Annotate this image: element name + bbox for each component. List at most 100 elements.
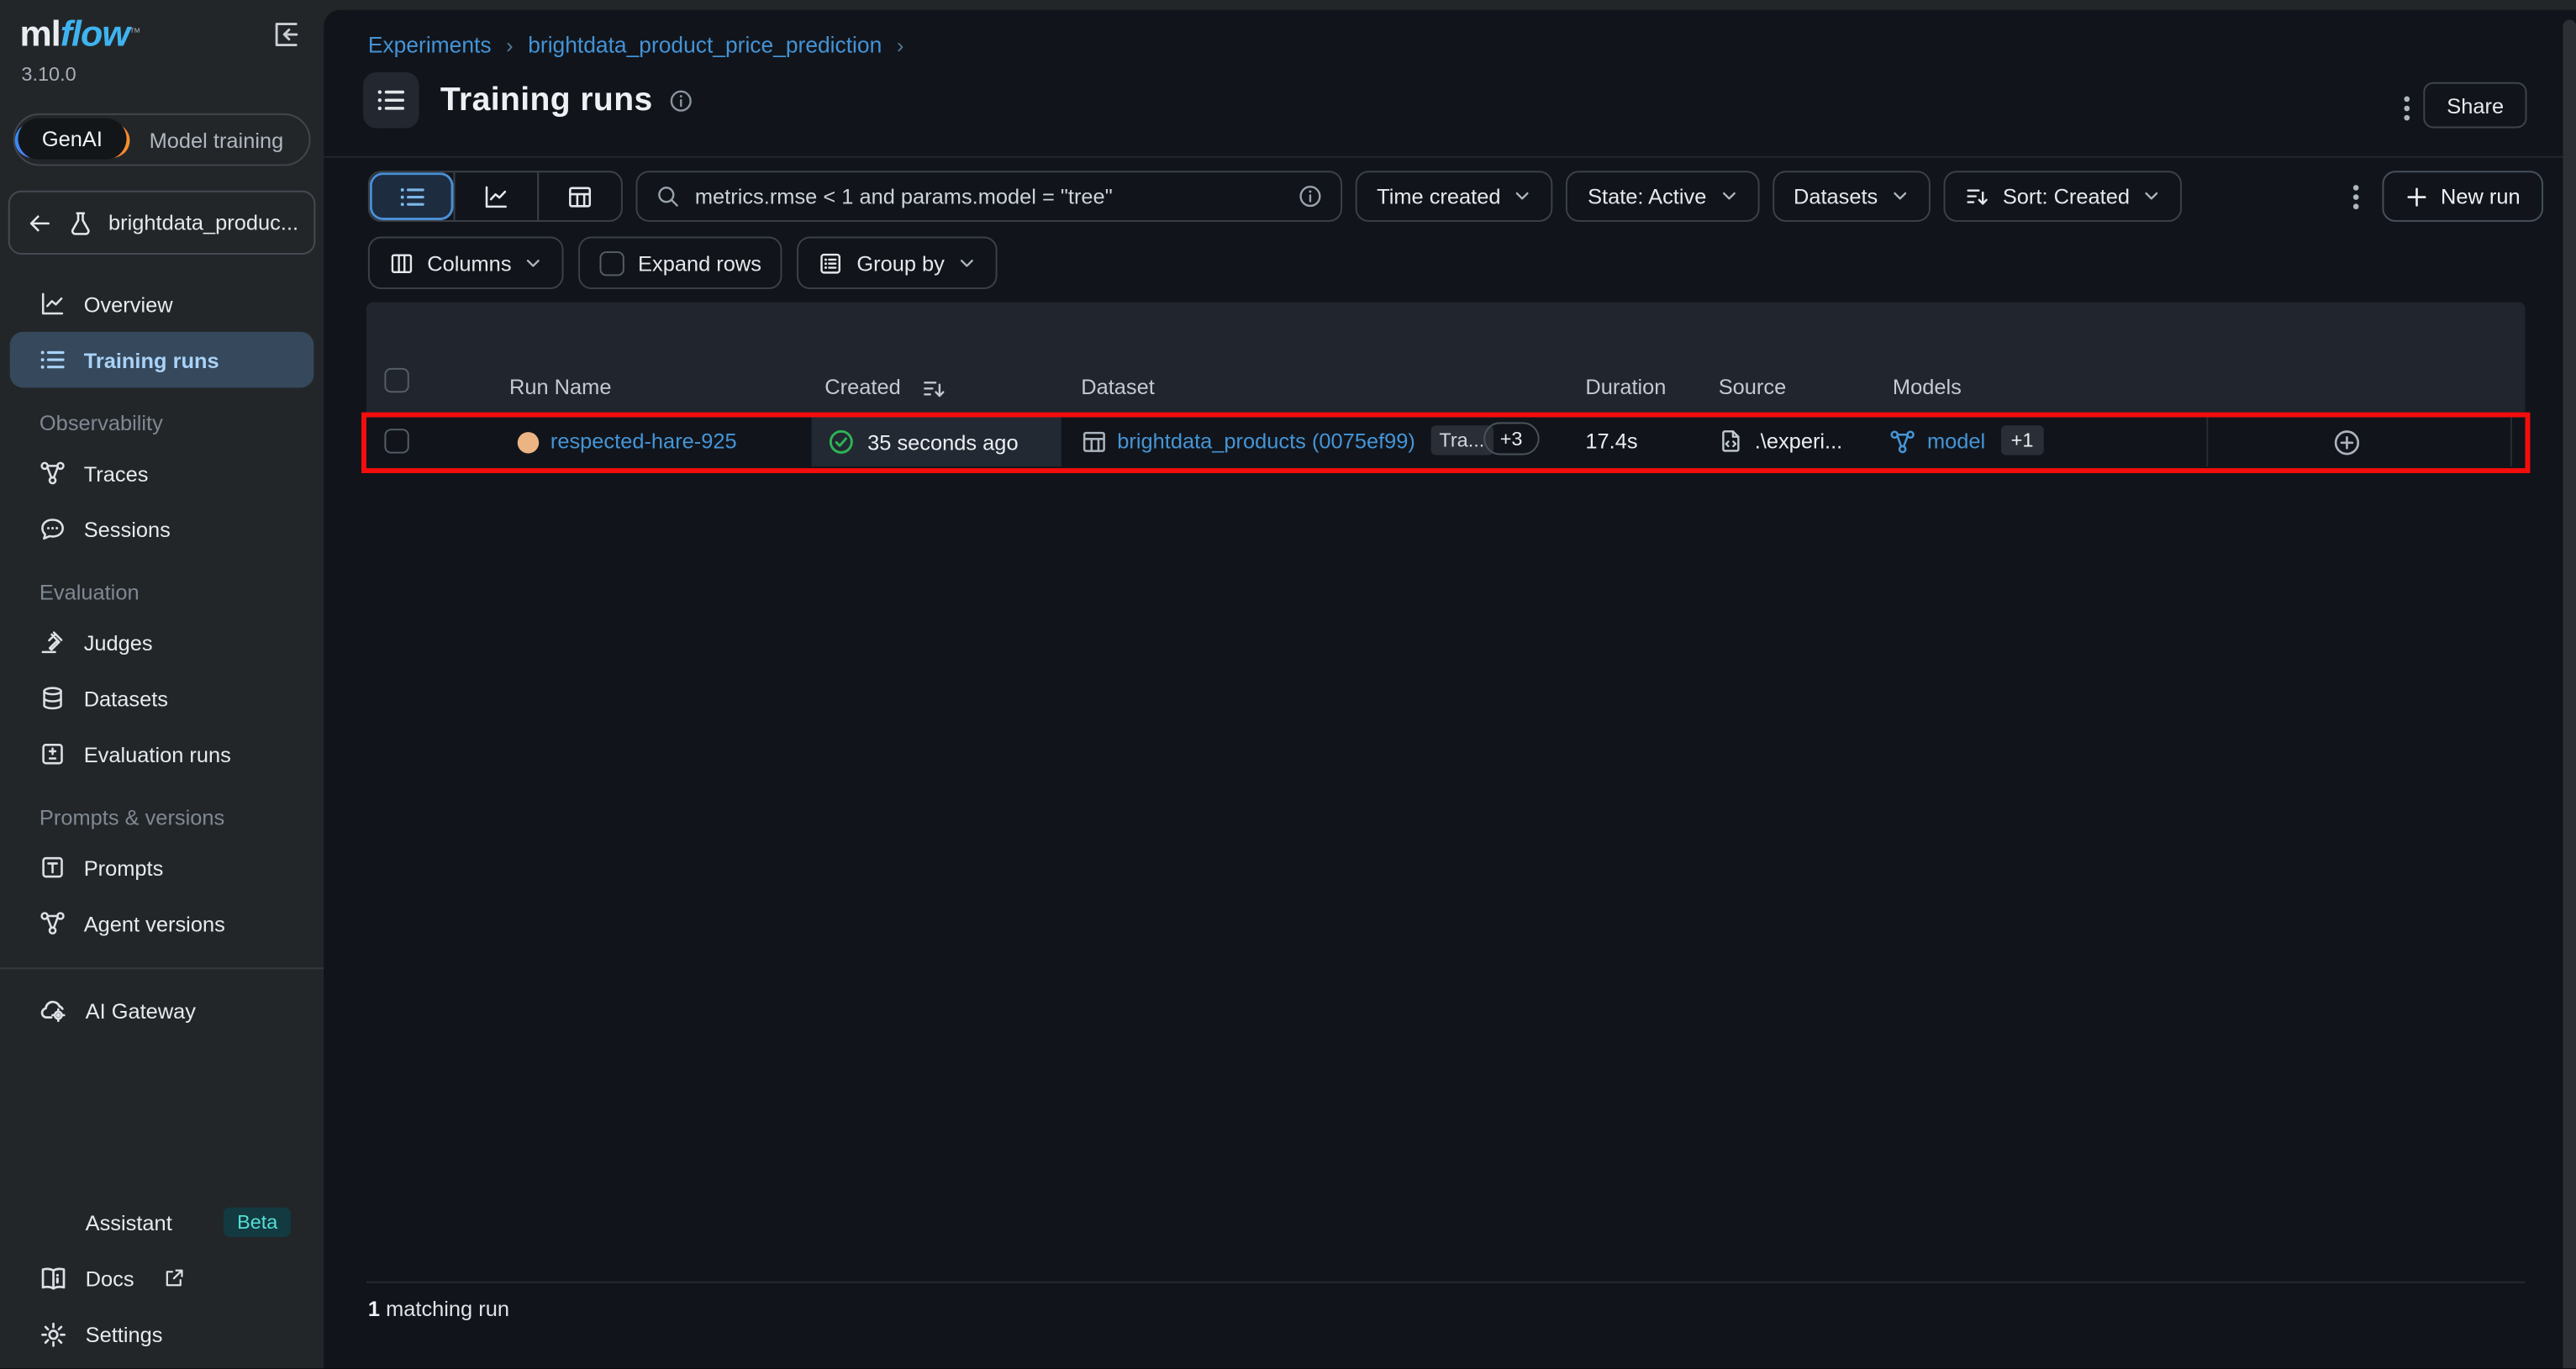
breadcrumb-experiment-name[interactable]: brightdata_product_price_prediction [528,33,882,57]
models-more-badge: +1 [2001,425,2043,455]
add-column-icon[interactable] [2333,429,2361,456]
select-all-checkbox[interactable] [384,368,408,392]
list-icon [40,346,66,372]
breadcrumb-experiments[interactable]: Experiments [368,33,492,57]
header-kebab-menu[interactable] [2404,95,2410,121]
external-link-icon [162,1266,185,1289]
col-duration[interactable]: Duration [1585,375,1666,399]
toolbar-kebab-menu[interactable] [2342,183,2368,209]
training-runs-icon [363,72,419,128]
duration-value: 17.4s [1585,429,1637,453]
check-circle-icon [828,429,854,455]
search-box [636,171,1343,222]
columns-button[interactable]: Columns [368,236,564,289]
mode-switcher: GenAI Model training [13,113,311,166]
col-source[interactable]: Source [1719,375,1787,399]
tab-model-training[interactable]: Model training [129,119,303,161]
text-box-icon [40,854,66,880]
footer-divider [366,1282,2526,1283]
agent-network-icon [40,910,66,936]
group-by-icon [819,250,843,275]
source-file-icon [1719,429,1743,453]
cloud-gear-icon [40,997,67,1024]
sidebar-item-agent-versions[interactable]: Agent versions [10,895,314,950]
group-by-button[interactable]: Group by [798,236,997,289]
breadcrumb-separator: › [897,33,903,57]
view-toggle-group [368,171,623,222]
search-input[interactable] [695,184,1283,208]
sidebar-item-overview[interactable]: Overview [10,276,314,331]
chevron-down-icon [524,254,543,272]
runs-toolbar: Time created State: Active Datasets Sort… [368,171,2543,222]
section-evaluation: Evaluation [0,568,324,614]
search-icon [656,184,680,208]
breadcrumb-separator: › [506,33,513,57]
table-header: Run Name Created Dataset Duration Source… [366,303,2526,418]
sidebar-item-traces[interactable]: Traces [10,445,314,501]
sidebar-item-docs[interactable]: Docs [10,1251,314,1306]
gear-icon [40,1320,67,1348]
view-list-button[interactable] [370,172,454,220]
datasets-filter[interactable]: Datasets [1773,171,1931,222]
col-created[interactable]: Created [824,375,900,399]
state-filter[interactable]: State: Active [1567,171,1759,222]
row-divider [2206,418,2208,467]
created-sort-icon[interactable] [922,376,946,401]
dataset-table-icon [1081,429,1107,455]
created-cell: 35 seconds ago [812,418,1061,467]
chevron-down-icon [2143,187,2162,206]
chevron-down-icon [1720,187,1738,206]
col-run-name[interactable]: Run Name [509,375,611,399]
scrollbar[interactable] [2563,19,2576,1368]
tab-genai[interactable]: GenAI [15,123,130,157]
col-models[interactable]: Models [1893,375,1962,399]
sidebar-item-training-runs[interactable]: Training runs [10,332,314,387]
expand-rows-checkbox[interactable] [600,250,624,275]
info-icon[interactable] [669,88,693,113]
dataset-link[interactable]: brightdata_products (0075ef99) [1117,429,1415,453]
back-arrow-icon[interactable] [26,209,52,235]
columns-icon [389,250,414,275]
version-label: 3.10.0 [0,53,324,86]
sidebar-item-settings[interactable]: Settings [10,1306,314,1361]
mlflow-app: mlflow™ 3.10.0 GenAI Model training brig… [0,0,2576,1368]
sidebar-item-prompts[interactable]: Prompts [10,840,314,895]
speech-bubble-icon [40,516,66,542]
run-status-dot [518,432,539,453]
sort-dropdown[interactable]: Sort: Created [1943,171,2182,222]
share-button[interactable]: Share [2424,82,2527,129]
row-checkbox[interactable] [384,429,408,453]
sidebar-item-sessions[interactable]: Sessions [10,501,314,556]
sidebar-item-judges[interactable]: Judges [10,614,314,670]
dataset-more-button[interactable]: +3 [1483,422,1539,455]
sparkle-icon [40,1208,67,1236]
section-prompts-versions: Prompts & versions [0,793,324,840]
section-observability: Observability [0,399,324,445]
logo-row: mlflow™ [0,0,324,53]
gavel-icon [40,629,66,656]
new-run-button[interactable]: New run [2382,171,2543,222]
time-created-filter[interactable]: Time created [1356,171,1553,222]
view-table-button[interactable] [537,172,621,220]
experiment-flask-icon [67,209,93,235]
sidebar-item-evaluation-runs[interactable]: Evaluation runs [10,726,314,782]
sidebar-item-datasets[interactable]: Datasets [10,671,314,726]
collapse-sidebar-icon[interactable] [268,17,304,53]
expand-rows-button[interactable]: Expand rows [579,236,783,289]
title-row: Training runs [363,72,693,128]
col-dataset[interactable]: Dataset [1081,375,1155,399]
chevron-down-icon [958,254,977,272]
sidebar-item-assistant[interactable]: Assistant Beta [10,1194,314,1250]
experiment-selector[interactable]: brightdata_produc... [8,191,316,255]
database-icon [40,685,66,711]
matching-runs-count: 1 matching run [368,1296,509,1320]
table-controls: Columns Expand rows Group by [368,236,998,289]
model-link[interactable]: model [1927,429,1985,453]
sidebar-item-ai-gateway[interactable]: AI Gateway [10,982,314,1038]
source-value: .\experi... [1755,429,1843,453]
run-row[interactable]: respected-hare-925 35 seconds ago bright… [366,418,2526,467]
view-chart-button[interactable] [454,172,538,220]
search-info-icon[interactable] [1298,184,1322,208]
run-name-link[interactable]: respected-hare-925 [550,429,737,453]
plus-icon [2405,185,2427,208]
